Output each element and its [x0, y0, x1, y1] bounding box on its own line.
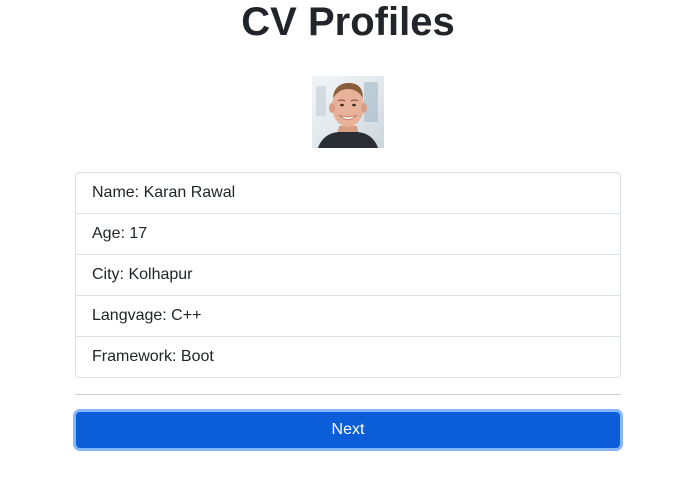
detail-city: City: Kolhapur: [76, 255, 620, 296]
profile-photo: [312, 76, 384, 148]
profile-details-list: Name: Karan Rawal Age: 17 City: Kolhapur…: [75, 172, 621, 378]
page-title: CV Profiles: [241, 0, 455, 44]
detail-age: Age: 17: [76, 214, 620, 255]
detail-framework: Framework: Boot: [92, 348, 214, 365]
detail-language: Langvage: C++: [76, 296, 620, 337]
divider: [75, 394, 621, 395]
detail-name: Name: Karan Rawal: [76, 173, 620, 214]
next-button[interactable]: Next: [73, 409, 623, 451]
profile-photo-image: [312, 76, 384, 148]
cv-profile-page: CV Profiles Name: Karan Rawal Age: 17 Ci…: [0, 0, 684, 480]
